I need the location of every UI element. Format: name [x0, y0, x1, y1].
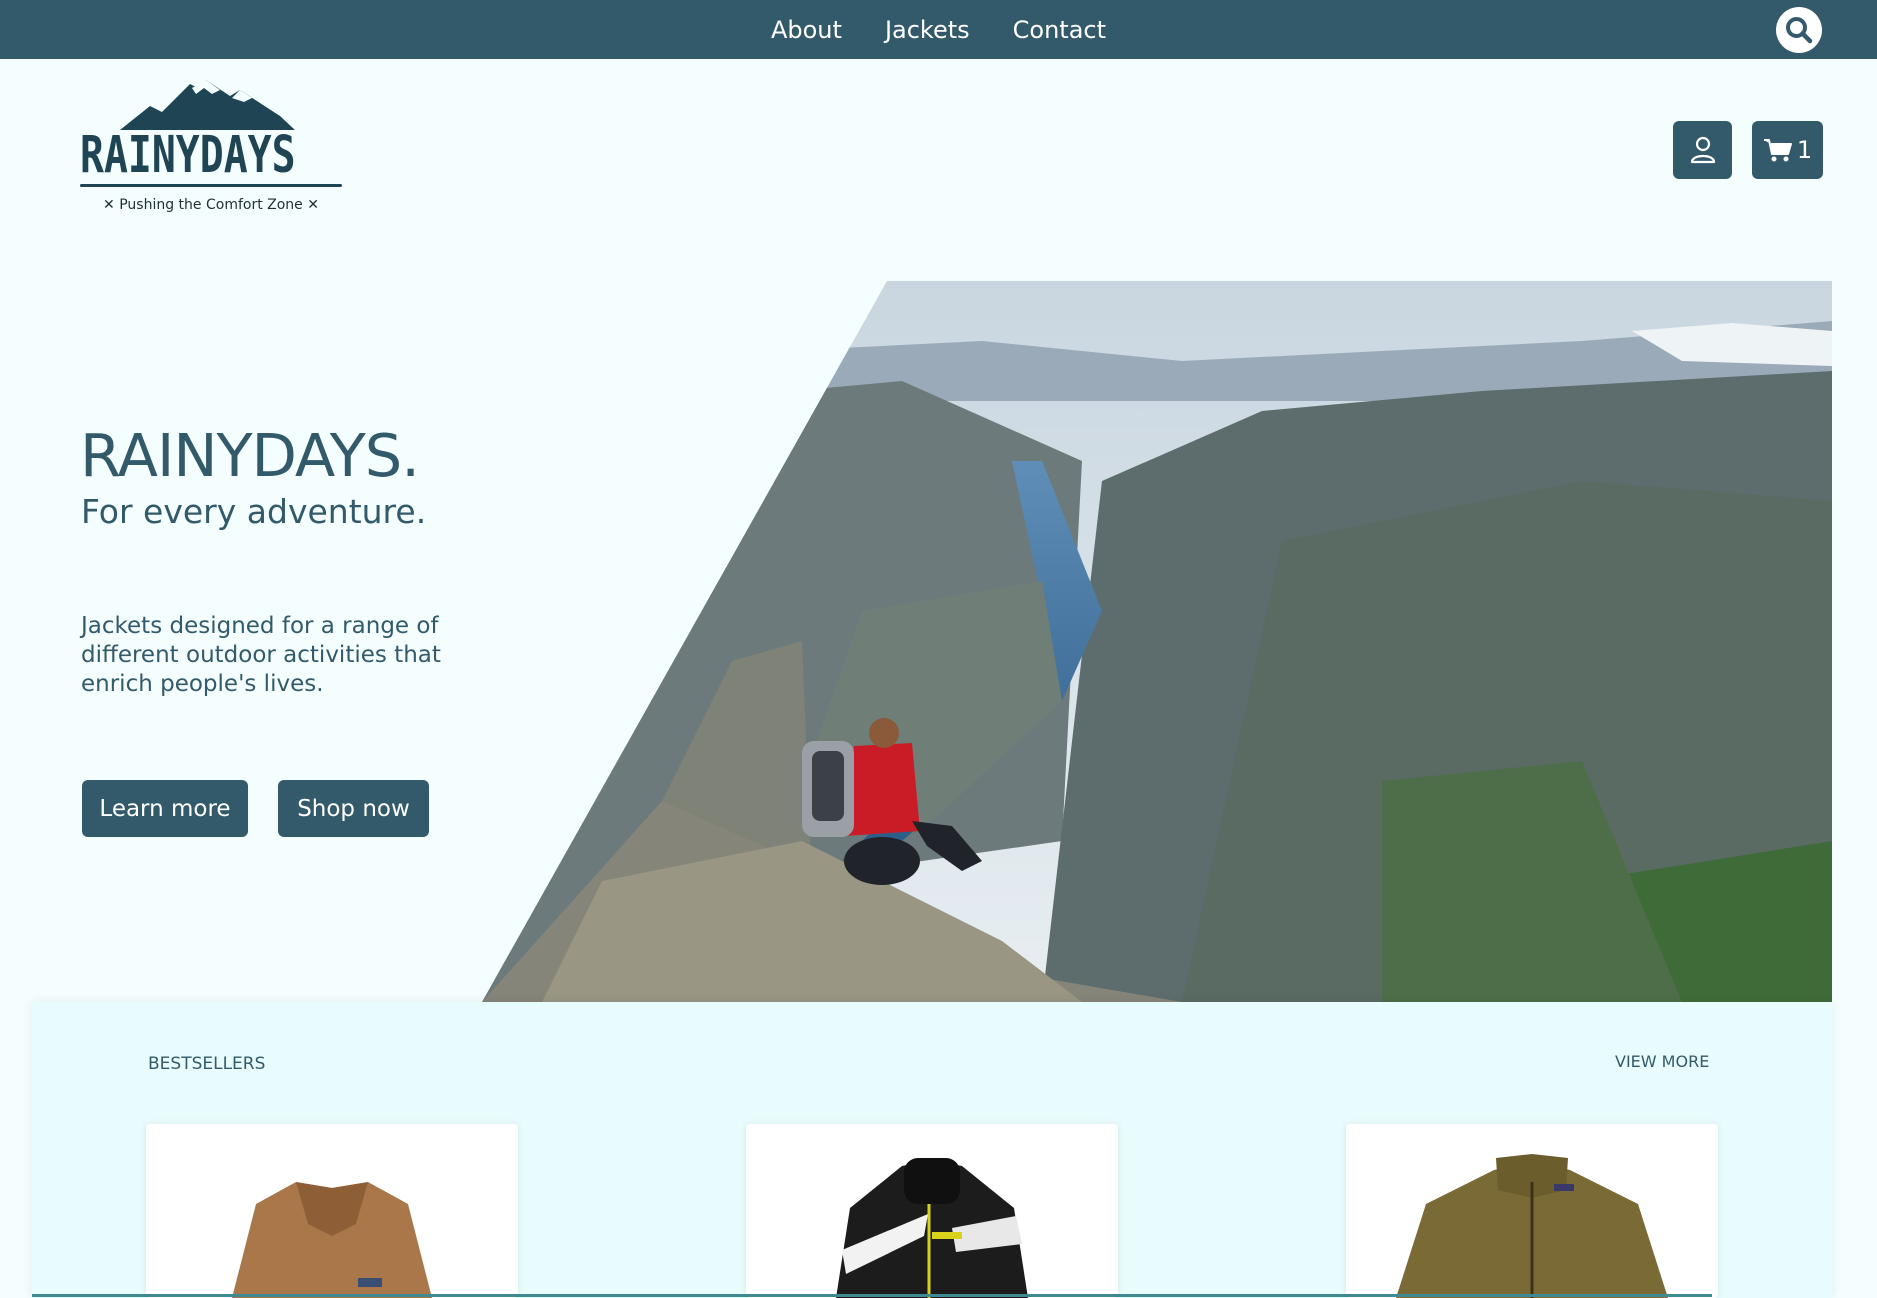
cart-icon [1763, 139, 1792, 162]
product-card[interactable] [1346, 1124, 1718, 1298]
logo-tagline: ✕ Pushing the Comfort Zone ✕ [103, 197, 319, 213]
logo-divider [80, 184, 342, 187]
hero-title: RAINYDAYS. [80, 421, 420, 490]
black-white-ski-jacket-image [836, 1158, 1028, 1298]
cart-button[interactable]: 1 [1752, 121, 1823, 179]
logo-wordmark: RAINYDAYS [80, 126, 296, 185]
hero-subtitle: For every adventure. [81, 492, 427, 531]
learn-more-button[interactable]: Learn more [82, 780, 248, 837]
product-card[interactable] [746, 1124, 1118, 1298]
view-more-link[interactable]: VIEW MORE [1615, 1052, 1709, 1071]
bestsellers-heading: BESTSELLERS [148, 1054, 266, 1074]
section-divider [32, 1294, 1712, 1297]
olive-fleece-jacket-image [1396, 1154, 1668, 1298]
nav-contact-link[interactable]: Contact [1013, 16, 1106, 44]
account-button[interactable] [1673, 121, 1732, 179]
main-nav: About Jackets Contact [0, 0, 1877, 59]
cart-count: 1 [1796, 136, 1813, 164]
shop-now-button[interactable]: Shop now [278, 780, 429, 837]
user-icon [1690, 136, 1715, 164]
brown-fleece-jacket-image [232, 1182, 432, 1298]
nav-about-link[interactable]: About [771, 16, 842, 44]
search-icon [1786, 17, 1813, 44]
nav-jackets-link[interactable]: Jackets [885, 16, 970, 44]
product-card[interactable] [146, 1124, 518, 1298]
search-button[interactable] [1776, 7, 1822, 53]
brand-logo[interactable]: RAINYDAYS ✕ Pushing the Comfort Zone ✕ [80, 76, 342, 222]
hero-description: Jackets designed for a range of differen… [81, 613, 441, 697]
hero-image [482, 281, 1832, 1002]
